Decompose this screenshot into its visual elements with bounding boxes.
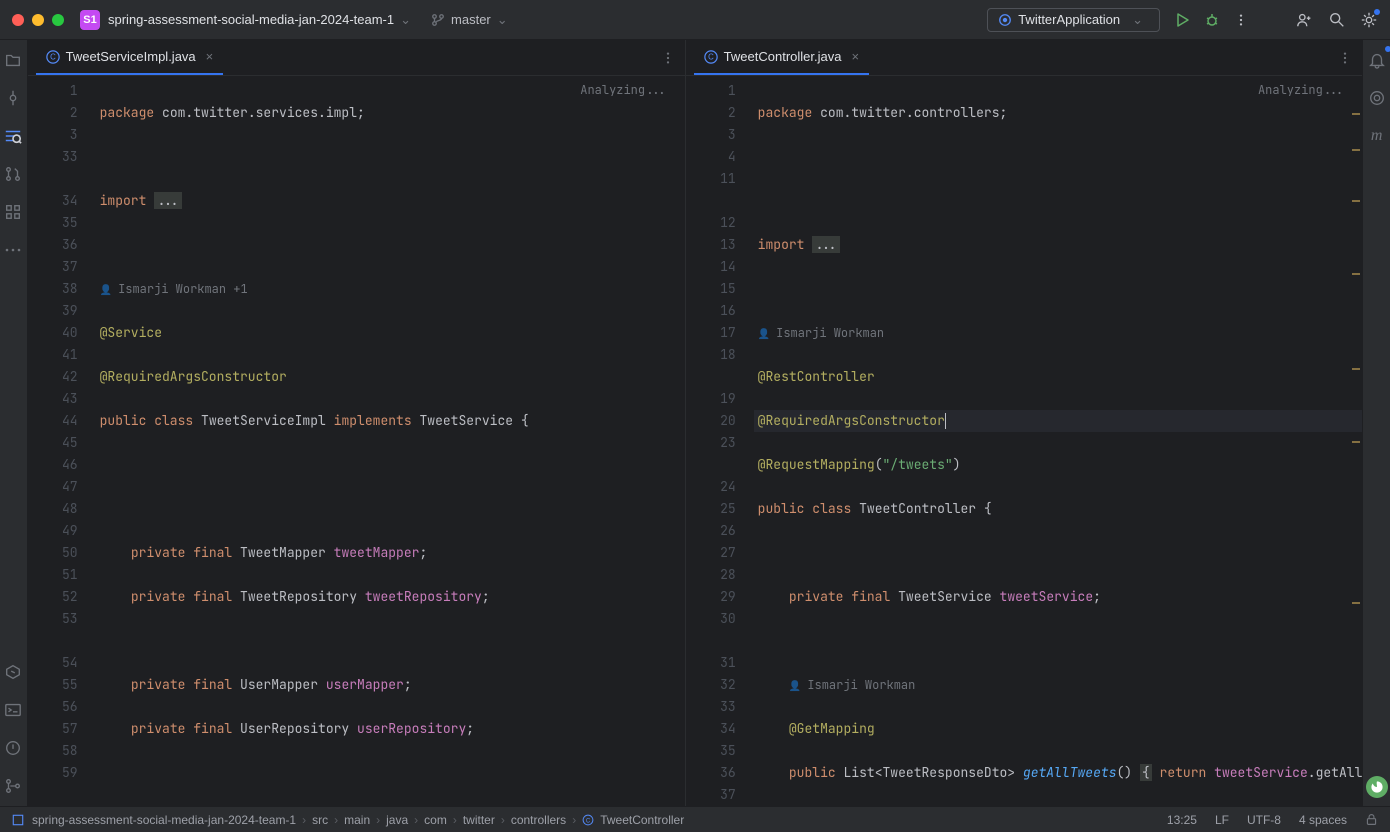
author-hint: Ismarji Workman — [758, 325, 884, 341]
vcs-tool-icon[interactable] — [1, 774, 25, 798]
close-tab-icon[interactable]: × — [206, 49, 214, 64]
author-hint: Ismarji Workman — [789, 677, 915, 693]
chevron-down-icon[interactable]: ⌄ — [497, 12, 508, 28]
run-config-label: TwitterApplication — [1018, 12, 1120, 27]
tab-tweet-service-impl[interactable]: C TweetServiceImpl.java × — [36, 40, 224, 75]
project-tool-icon[interactable] — [1, 48, 25, 72]
tab-tweet-controller[interactable]: C TweetController.java × — [694, 40, 869, 75]
tab-more-icon[interactable] — [661, 51, 675, 65]
chevron-down-icon[interactable]: ⌄ — [400, 12, 411, 28]
module-icon — [12, 814, 24, 826]
breadcrumb-segment[interactable]: TweetController — [600, 813, 684, 827]
class-file-icon: C — [704, 50, 718, 64]
text-cursor — [945, 413, 946, 429]
minimize-window-button[interactable] — [32, 14, 44, 26]
class-file-icon: C — [46, 50, 60, 64]
class-file-icon: C — [582, 814, 594, 826]
tab-bar-left: C TweetServiceImpl.java × — [28, 40, 685, 76]
breadcrumb-segment[interactable]: main — [344, 813, 370, 827]
tab-label: TweetController.java — [724, 49, 842, 64]
code-body-right[interactable]: package com.twitter.controllers; ›import… — [754, 76, 1363, 806]
breadcrumb-segment[interactable]: twitter — [463, 813, 495, 827]
tab-label: TweetServiceImpl.java — [66, 49, 196, 64]
tab-more-icon[interactable] — [1338, 51, 1352, 65]
breadcrumb[interactable]: spring-assessment-social-media-jan-2024-… — [32, 813, 684, 827]
editor-split: C TweetServiceImpl.java × Analyzing... 1… — [28, 40, 1363, 806]
breadcrumb-segment[interactable]: java — [386, 813, 408, 827]
breadcrumb-segment[interactable]: com — [424, 813, 447, 827]
file-encoding[interactable]: UTF-8 — [1247, 813, 1281, 827]
spring-icon[interactable] — [1366, 776, 1388, 798]
svg-text:C: C — [708, 52, 714, 61]
gutter-right: 1234111213141516171819202324252627282930… — [686, 76, 754, 806]
editor-pane-right: C TweetController.java × Analyzing... 12… — [686, 40, 1363, 806]
svg-text:C: C — [586, 818, 591, 824]
minimap-marks[interactable] — [1348, 76, 1362, 806]
titlebar: S1 spring-assessment-social-media-jan-20… — [0, 0, 1390, 40]
find-tool-icon[interactable] — [1, 124, 25, 148]
branch-name[interactable]: master — [451, 12, 491, 27]
editor-pane-left: C TweetServiceImpl.java × Analyzing... 1… — [28, 40, 686, 806]
readonly-lock-icon[interactable] — [1365, 813, 1378, 826]
breadcrumb-segment[interactable]: src — [312, 813, 328, 827]
code-body-left[interactable]: package com.twitter.services.impl; ›impo… — [96, 76, 685, 806]
maven-icon[interactable]: m — [1365, 124, 1389, 148]
code-area-left[interactable]: Analyzing... 123333435363738394041424344… — [28, 76, 685, 806]
breadcrumb-segment[interactable]: controllers — [511, 813, 566, 827]
chevron-down-icon: ⌄ — [1132, 12, 1143, 28]
terminal-tool-icon[interactable] — [1, 698, 25, 722]
more-tools-icon[interactable] — [1, 238, 25, 262]
gutter-left: 1233334353637383940414243444546474849505… — [28, 76, 96, 806]
run-config-icon — [998, 13, 1012, 27]
window-controls — [12, 14, 64, 26]
branch-icon — [431, 13, 445, 27]
status-bar: spring-assessment-social-media-jan-2024-… — [0, 806, 1390, 832]
maximize-window-button[interactable] — [52, 14, 64, 26]
commit-tool-icon[interactable] — [1, 86, 25, 110]
settings-icon[interactable] — [1360, 11, 1378, 29]
project-icon: S1 — [80, 10, 100, 30]
indent-setting[interactable]: 4 spaces — [1299, 813, 1347, 827]
services-tool-icon[interactable] — [1, 660, 25, 684]
notifications-icon[interactable] — [1365, 48, 1389, 72]
right-tool-rail: m — [1362, 40, 1390, 806]
main-layout: C TweetServiceImpl.java × Analyzing... 1… — [0, 40, 1390, 806]
run-configuration-selector[interactable]: TwitterApplication ⌄ — [987, 8, 1160, 32]
debug-button[interactable] — [1204, 12, 1220, 28]
close-tab-icon[interactable]: × — [851, 49, 859, 64]
left-tool-rail — [0, 40, 28, 806]
tab-bar-right: C TweetController.java × — [686, 40, 1363, 76]
structure-tool-icon[interactable] — [1, 200, 25, 224]
run-button[interactable] — [1174, 12, 1190, 28]
pull-requests-icon[interactable] — [1, 162, 25, 186]
search-icon[interactable] — [1328, 11, 1346, 29]
ai-assistant-icon[interactable] — [1365, 86, 1389, 110]
problems-tool-icon[interactable] — [1, 736, 25, 760]
author-hint: Ismarji Workman +1 — [100, 281, 248, 297]
cursor-position[interactable]: 13:25 — [1167, 813, 1197, 827]
code-with-me-icon[interactable] — [1296, 11, 1314, 29]
svg-text:C: C — [50, 52, 56, 61]
breadcrumb-segment[interactable]: spring-assessment-social-media-jan-2024-… — [32, 813, 296, 827]
more-actions-icon[interactable] — [1234, 13, 1248, 27]
project-name[interactable]: spring-assessment-social-media-jan-2024-… — [108, 12, 394, 27]
line-ending[interactable]: LF — [1215, 813, 1229, 827]
code-area-right[interactable]: Analyzing... 123411121314151617181920232… — [686, 76, 1363, 806]
close-window-button[interactable] — [12, 14, 24, 26]
